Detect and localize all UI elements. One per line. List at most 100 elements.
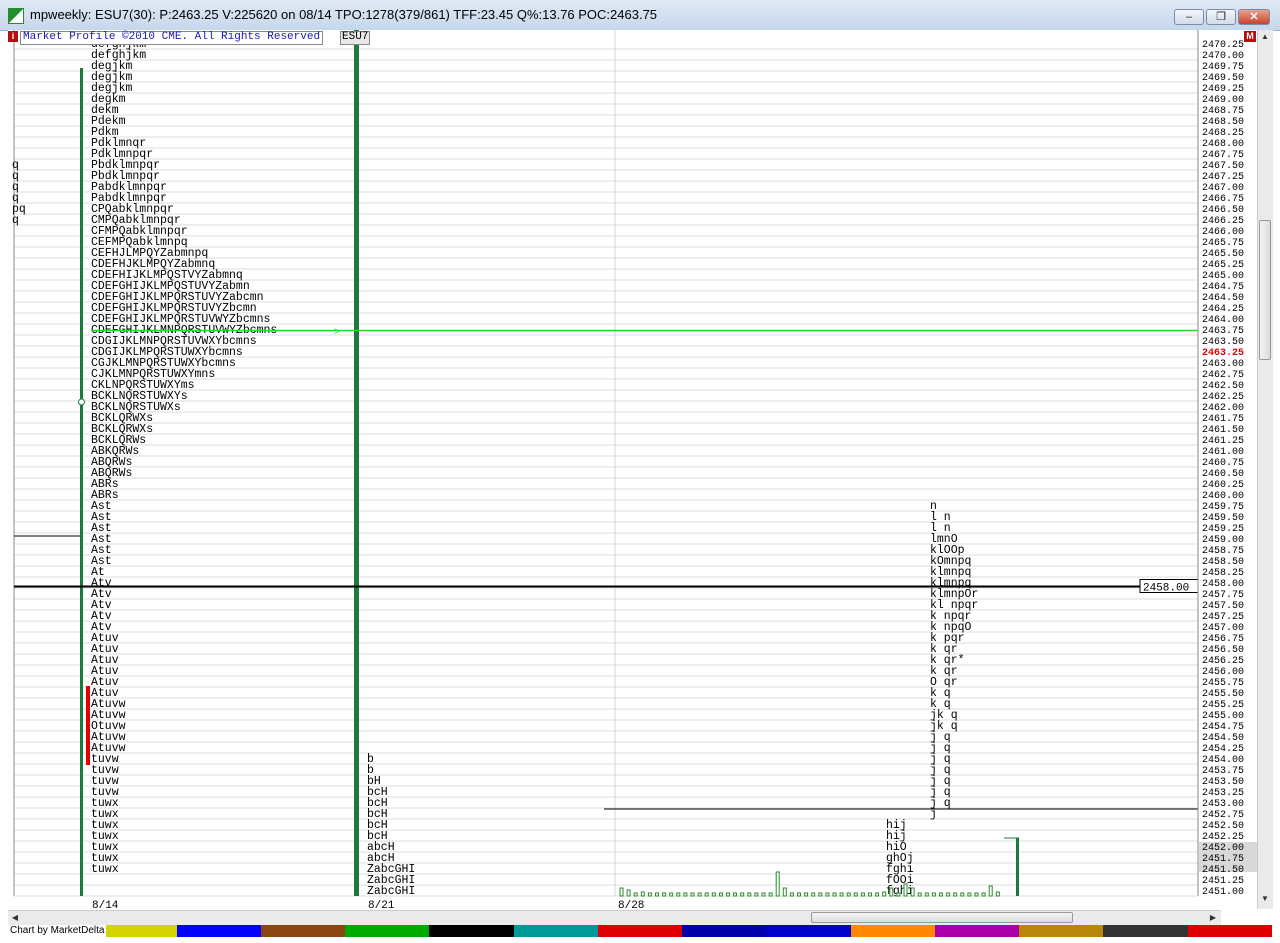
price-tick-label: 2451.50 bbox=[1202, 865, 1244, 876]
scroll-down-arrow-icon[interactable]: ▼ bbox=[1260, 894, 1270, 904]
footer-color-segment bbox=[1187, 925, 1273, 937]
volume-bar bbox=[633, 892, 638, 897]
price-tick-label: 2459.75 bbox=[1202, 502, 1244, 513]
volume-bar bbox=[683, 892, 688, 897]
vertical-scroll-thumb[interactable] bbox=[1259, 220, 1271, 360]
volume-bar bbox=[846, 892, 851, 897]
volume-bar bbox=[768, 892, 773, 897]
price-tick-label: 2458.00 bbox=[1202, 579, 1244, 590]
price-tick-label: 2467.00 bbox=[1202, 183, 1244, 194]
price-tick-label: 2467.50 bbox=[1202, 161, 1244, 172]
profile-814-row: tuwx bbox=[91, 863, 119, 876]
price-tick-label: 2464.00 bbox=[1202, 315, 1244, 326]
volume-bar bbox=[832, 892, 837, 897]
footer-color-segment bbox=[1103, 925, 1189, 937]
chart-background bbox=[8, 30, 1257, 910]
price-tick-label: 2454.25 bbox=[1202, 744, 1244, 755]
volume-bar bbox=[782, 887, 787, 897]
price-tick-label: 2453.25 bbox=[1202, 788, 1244, 799]
restore-button[interactable]: ❐ bbox=[1206, 9, 1236, 25]
price-tick-label: 2469.25 bbox=[1202, 84, 1244, 95]
price-tick-label: 2467.25 bbox=[1202, 172, 1244, 183]
price-tick-label: 2455.50 bbox=[1202, 689, 1244, 700]
volume-bar bbox=[726, 892, 730, 897]
price-axis: 2470.252470.002469.752469.502469.252469.… bbox=[1197, 30, 1257, 898]
volume-bar bbox=[946, 892, 951, 897]
price-tick-label: 2453.00 bbox=[1202, 799, 1244, 810]
price-tick-label: 2458.50 bbox=[1202, 557, 1244, 568]
volume-bar bbox=[690, 892, 695, 897]
price-tick-label: 2458.25 bbox=[1202, 568, 1244, 579]
scroll-up-arrow-icon[interactable]: ▲ bbox=[1260, 32, 1270, 42]
price-tick-label: 2452.50 bbox=[1202, 821, 1244, 832]
price-tick-label: 2458.75 bbox=[1202, 546, 1244, 557]
price-tick-label: 2452.25 bbox=[1202, 832, 1244, 843]
price-tick-label: 2457.50 bbox=[1202, 601, 1244, 612]
price-tick-label: 2464.50 bbox=[1202, 293, 1244, 304]
volume-bar bbox=[662, 892, 667, 897]
copyright-notice: Market Profile ©2010 CME. All Rights Res… bbox=[20, 31, 324, 45]
price-tick-label: 2456.00 bbox=[1202, 667, 1244, 678]
menu-corner-indicator[interactable]: M bbox=[1244, 31, 1256, 42]
market-profile-chart[interactable]: qqqqpqqdefghjkmdefghjkmdegjkmdegjkmdegjk… bbox=[0, 30, 1257, 910]
volume-bar bbox=[647, 892, 652, 897]
price-tick-label: 2457.00 bbox=[1202, 623, 1244, 634]
footer-color-segment bbox=[513, 925, 599, 937]
horizontal-scrollbar[interactable]: ◀ ▶ bbox=[8, 910, 1221, 925]
price-tick-label: 2465.00 bbox=[1202, 271, 1244, 282]
price-tick-label: 2468.50 bbox=[1202, 117, 1244, 128]
price-tick-label: 2451.75 bbox=[1202, 854, 1244, 865]
footer-color-segment bbox=[1019, 925, 1104, 937]
initial-balance-bar bbox=[86, 686, 90, 765]
volume-bar bbox=[754, 892, 759, 897]
volume-bar bbox=[811, 892, 816, 897]
price-tick-label: 2457.25 bbox=[1202, 612, 1244, 623]
price-tick-label: 2469.75 bbox=[1202, 62, 1244, 73]
vertical-scrollbar[interactable]: ▲ ▼ bbox=[1257, 30, 1273, 909]
price-tick-label: 2452.00 bbox=[1202, 843, 1244, 854]
price-tick-label: 2470.00 bbox=[1202, 51, 1244, 62]
price-tick-label: 2469.50 bbox=[1202, 73, 1244, 84]
price-tick-label: 2463.00 bbox=[1202, 359, 1244, 370]
app-icon bbox=[8, 8, 24, 24]
scroll-right-arrow-icon[interactable]: ▶ bbox=[1208, 913, 1218, 923]
current-price-label: 2458.00 bbox=[1143, 583, 1189, 595]
value-area-bar-814 bbox=[80, 68, 83, 896]
scroll-left-arrow-icon[interactable]: ◀ bbox=[10, 913, 20, 923]
price-tick-label: 2465.50 bbox=[1202, 249, 1244, 260]
price-tick-label: 2454.50 bbox=[1202, 733, 1244, 744]
price-tick-label: 2451.25 bbox=[1202, 876, 1244, 887]
price-tick-label: 2453.75 bbox=[1202, 766, 1244, 777]
date-label: 8/28 bbox=[618, 900, 644, 910]
price-tick-label: 2453.50 bbox=[1202, 777, 1244, 788]
price-tick-label: 2452.75 bbox=[1202, 810, 1244, 821]
price-tick-label: 2454.00 bbox=[1202, 755, 1244, 766]
price-tick-label: 2463.75 bbox=[1202, 326, 1244, 337]
volume-bar bbox=[761, 892, 766, 897]
volume-bar bbox=[860, 892, 865, 897]
poc-marker-icon: > bbox=[334, 328, 340, 339]
profile-821-row: ZabcGHI bbox=[367, 885, 415, 898]
close-button[interactable]: ✕ bbox=[1238, 9, 1270, 25]
volume-bar bbox=[775, 871, 780, 897]
date-label: 8/14 bbox=[92, 900, 119, 910]
volume-bar bbox=[903, 883, 908, 897]
price-tick-label: 2468.00 bbox=[1202, 139, 1244, 150]
footer-label: Chart by MarketDelta bbox=[8, 925, 107, 937]
minimize-button[interactable]: – bbox=[1174, 9, 1204, 25]
horizontal-scroll-thumb[interactable] bbox=[811, 912, 1073, 923]
price-tick-label: 2459.00 bbox=[1202, 535, 1244, 546]
volume-bar bbox=[740, 892, 745, 897]
volume-bar bbox=[718, 892, 723, 897]
price-tick-label: 2465.75 bbox=[1202, 238, 1244, 249]
price-tick-label: 2460.75 bbox=[1202, 458, 1244, 469]
volume-bar bbox=[676, 892, 681, 897]
price-tick-label: 2451.00 bbox=[1202, 887, 1244, 898]
volume-bar bbox=[697, 892, 702, 897]
volume-bar bbox=[853, 892, 858, 897]
price-tick-label: 2461.00 bbox=[1202, 447, 1244, 458]
info-corner-indicator[interactable]: i bbox=[8, 31, 18, 42]
volume-bar bbox=[981, 892, 986, 897]
volume-bar bbox=[704, 892, 709, 897]
price-tick-label: 2460.00 bbox=[1202, 491, 1244, 502]
